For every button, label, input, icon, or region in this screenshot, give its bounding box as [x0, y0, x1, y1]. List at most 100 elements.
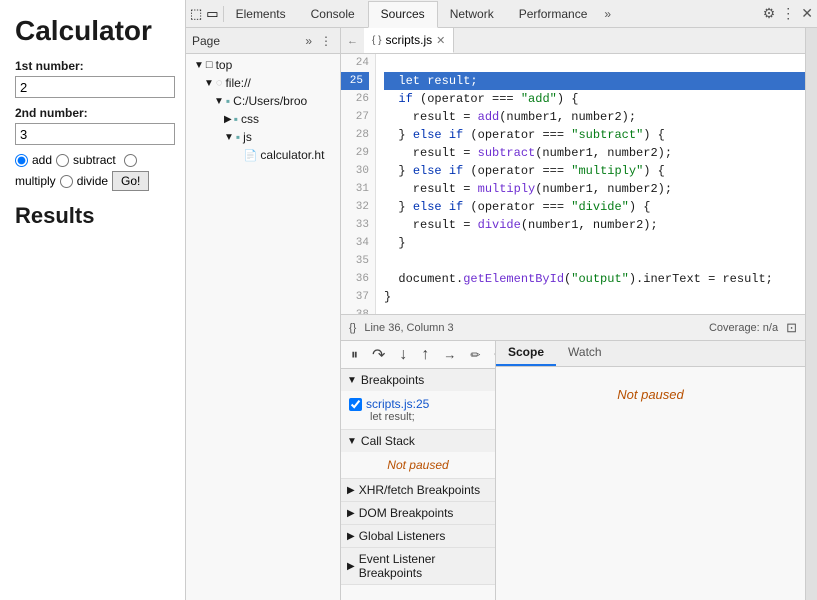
dom-label: DOM Breakpoints	[359, 506, 454, 520]
breakpoint-checkbox-1[interactable]	[349, 398, 362, 411]
code-tab-js-icon: { }	[372, 35, 381, 46]
code-tab-scripts[interactable]: { } scripts.js ✕	[364, 28, 454, 53]
global-header[interactable]: ▶ Global Listeners	[341, 525, 495, 547]
radio-divide[interactable]	[60, 175, 73, 188]
xhr-arrow-icon: ▶	[347, 485, 355, 496]
tab-performance[interactable]: Performance	[507, 0, 601, 27]
code-line-35	[384, 252, 805, 270]
code-line-31: result = multiply(number1, number2);	[384, 180, 805, 198]
ln-38: 38	[341, 306, 369, 314]
scope-content: Not paused	[496, 367, 805, 600]
dom-section: ▶ DOM Breakpoints	[341, 502, 495, 525]
folder-icon-css: ▪	[234, 112, 238, 126]
callstack-not-paused: Not paused	[341, 452, 495, 478]
code-line-34: }	[384, 234, 805, 252]
ln-28: 28	[341, 126, 369, 144]
callstack-section: ▼ Call Stack Not paused	[341, 430, 495, 479]
event-label: Event Listener Breakpoints	[359, 552, 489, 580]
more-tabs-button[interactable]: »	[600, 7, 615, 21]
code-line-37: }	[384, 288, 805, 306]
event-header[interactable]: ▶ Event Listener Breakpoints	[341, 548, 495, 584]
xhr-header[interactable]: ▶ XHR/fetch Breakpoints	[341, 479, 495, 501]
tree-arrow-top: ▼	[194, 60, 204, 71]
tree-item-top[interactable]: ▼ □ top	[186, 56, 340, 74]
radio-divide-label: divide	[77, 174, 108, 188]
tab-console[interactable]: Console	[299, 0, 368, 27]
breakpoints-label: Breakpoints	[361, 373, 424, 387]
breakpoint-item-1: scripts.js:25 let result;	[349, 395, 487, 425]
tree-item-js[interactable]: ▼ ▪ js	[186, 128, 340, 146]
bottom-panel: ⏸ ↷ ↓ ↑ → ✏ ⏺ ▼ Breakpoints	[341, 340, 805, 600]
ln-26: 26	[341, 90, 369, 108]
close-devtools-icon[interactable]: ✕	[801, 5, 813, 22]
devtools-toolbar-icons: ⚙ ⋮ ✕	[763, 5, 817, 22]
tree-item-file[interactable]: ▼ ◌ file://	[186, 74, 340, 92]
code-lines-container: 24 25 26 27 28 29 30 31 32 33 34 35 36 3…	[341, 54, 805, 314]
radio-subtract[interactable]	[56, 154, 69, 167]
folder-icon-file: ◌	[216, 77, 223, 89]
coverage-settings-icon[interactable]: ⊡	[786, 320, 797, 336]
file-tree: ▼ □ top ▼ ◌ file:// ▼ ▪ C:/Users/broo	[186, 54, 340, 600]
mobile-icon[interactable]: ▭	[206, 6, 218, 22]
dom-header[interactable]: ▶ DOM Breakpoints	[341, 502, 495, 524]
callstack-arrow-icon: ▼	[347, 436, 357, 447]
pretty-print-icon[interactable]: {}	[349, 322, 356, 334]
input-2nd-number[interactable]	[15, 123, 175, 145]
code-editor[interactable]: 24 25 26 27 28 29 30 31 32 33 34 35 36 3…	[341, 54, 805, 314]
devtools-scrollbar[interactable]	[805, 28, 817, 600]
tree-item-calculator[interactable]: ▶ 📄 calculator.ht	[186, 146, 340, 164]
tab-scope[interactable]: Scope	[496, 341, 556, 366]
tab-elements[interactable]: Elements	[224, 0, 299, 27]
folder-icon-js: ▪	[236, 130, 240, 144]
callstack-header[interactable]: ▼ Call Stack	[341, 430, 495, 452]
calculator-title: Calculator	[15, 15, 170, 47]
global-arrow-icon: ▶	[347, 531, 355, 542]
code-tab-close-button[interactable]: ✕	[436, 34, 445, 47]
devtools-main: Page » ⋮ ▼ □ top ▼ ◌ file://	[186, 28, 817, 600]
sidebar-menu-button[interactable]: ⋮	[318, 34, 334, 48]
deactivate-breakpoints-button[interactable]: ✏	[466, 346, 484, 364]
tab-network[interactable]: Network	[438, 0, 507, 27]
code-line-24	[384, 54, 805, 72]
status-bar: {} Line 36, Column 3 Coverage: n/a ⊡	[341, 314, 805, 340]
tab-sources[interactable]: Sources	[368, 1, 438, 28]
breakpoints-header[interactable]: ▼ Breakpoints	[341, 369, 495, 391]
tree-item-users[interactable]: ▼ ▪ C:/Users/broo	[186, 92, 340, 110]
ln-37: 37	[341, 288, 369, 306]
tab-watch[interactable]: Watch	[556, 341, 614, 366]
tree-arrow-css: ▶	[224, 114, 232, 125]
callstack-label: Call Stack	[361, 434, 415, 448]
devtools-panel: ⬚ ▭ Elements Console Sources Network Per…	[185, 0, 817, 600]
operation-radios: add subtract multiply divide Go!	[15, 153, 170, 191]
step-over-button[interactable]: ↷	[368, 343, 389, 367]
global-section: ▶ Global Listeners	[341, 525, 495, 548]
sidebar-header: Page » ⋮	[186, 28, 340, 54]
radio-subtract-label: subtract	[73, 153, 116, 167]
go-button[interactable]: Go!	[112, 171, 149, 191]
tree-item-css[interactable]: ▶ ▪ css	[186, 110, 340, 128]
input-1st-number[interactable]	[15, 76, 175, 98]
settings-icon[interactable]: ⚙	[763, 5, 776, 22]
tree-label-calculator: calculator.ht	[260, 148, 324, 162]
sidebar-more-button[interactable]: »	[303, 34, 314, 48]
ln-32: 32	[341, 198, 369, 216]
step-into-button[interactable]: ↓	[395, 344, 411, 366]
file-icon-calculator: 📄	[244, 149, 258, 162]
code-tab-back-icon: ←	[341, 35, 364, 47]
radio-add[interactable]	[15, 154, 28, 167]
tree-label-top: top	[216, 58, 233, 72]
pause-button[interactable]: ⏸	[347, 344, 362, 365]
calculator-panel: Calculator 1st number: 2nd number: add s…	[0, 0, 185, 600]
code-line-38	[384, 306, 805, 314]
status-bar-right: Coverage: n/a ⊡	[709, 320, 797, 336]
results-title: Results	[15, 203, 170, 229]
code-line-27: result = add(number1, number2);	[384, 108, 805, 126]
radio-multiply[interactable]	[124, 154, 137, 167]
step-button[interactable]: →	[439, 345, 460, 364]
scope-not-paused: Not paused	[617, 387, 684, 402]
step-out-button[interactable]: ↑	[417, 344, 433, 366]
breakpoint-code-1: let result;	[366, 411, 429, 423]
cursor-icon[interactable]: ⬚	[190, 6, 202, 22]
code-tab-bar: ← { } scripts.js ✕	[341, 28, 805, 54]
more-options-icon[interactable]: ⋮	[781, 5, 795, 22]
